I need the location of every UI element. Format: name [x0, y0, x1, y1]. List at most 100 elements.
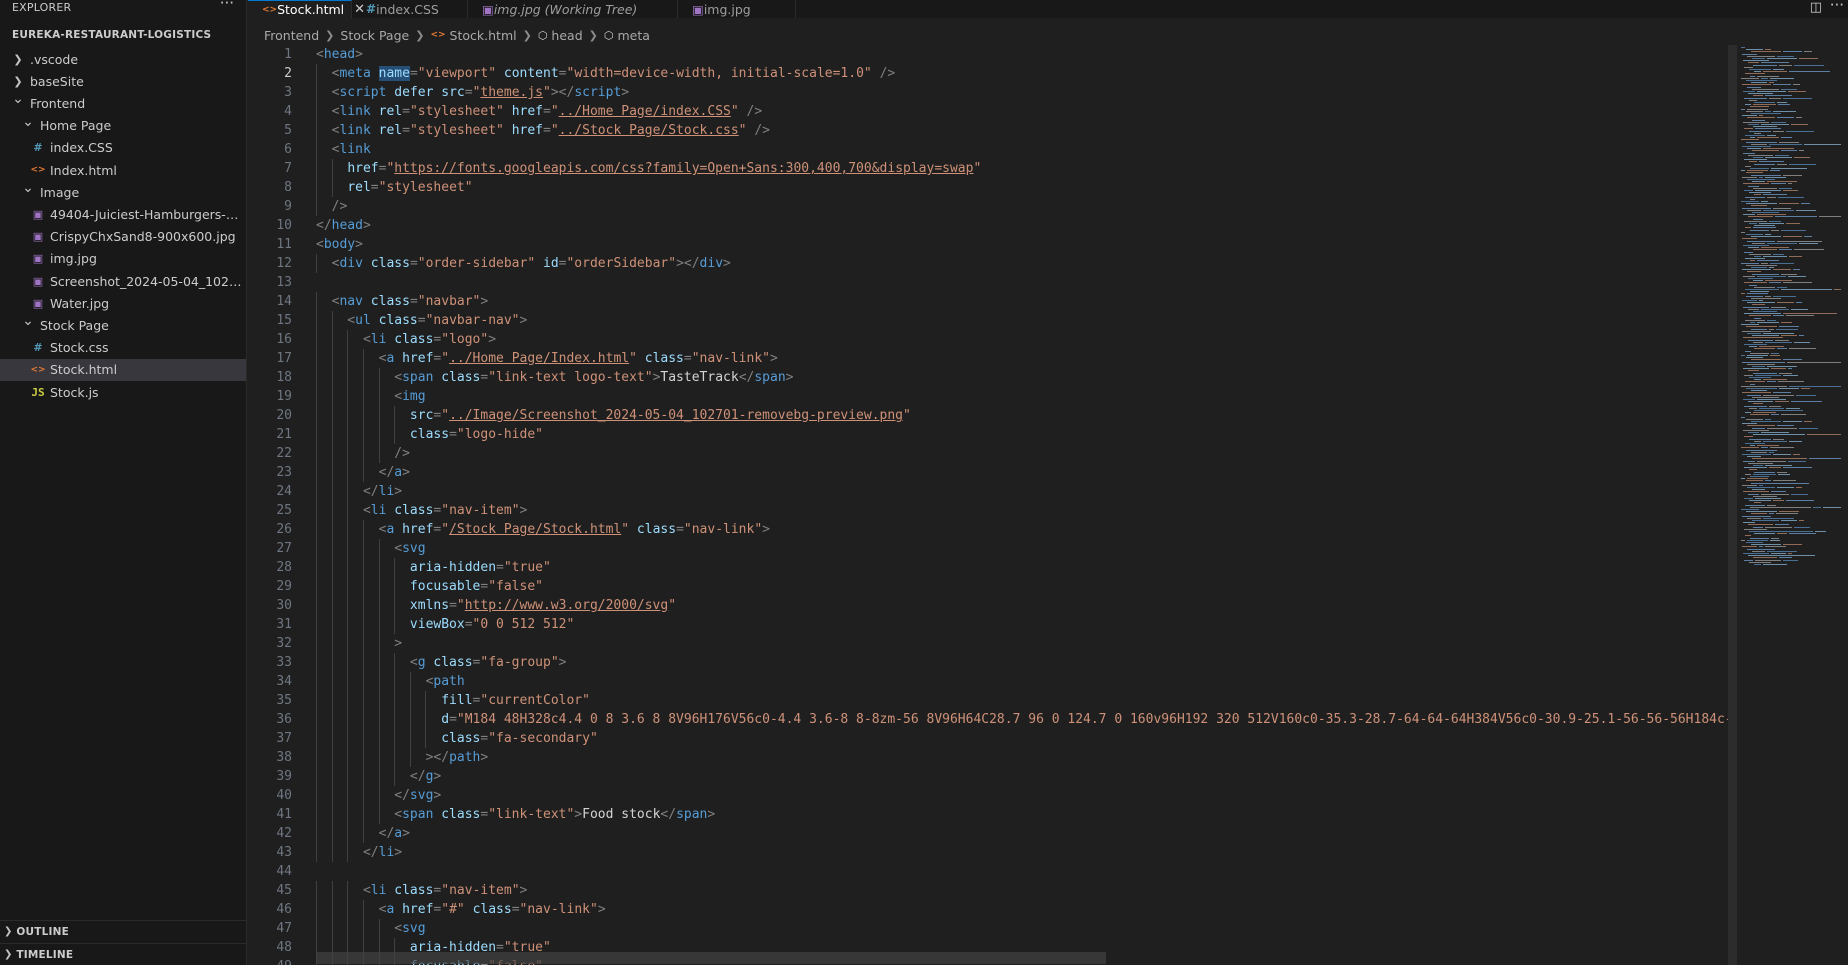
minimap-line	[1777, 302, 1794, 304]
code-string: "	[973, 161, 982, 176]
indent-guide	[316, 805, 317, 824]
file-item[interactable]: <> Stock.html	[0, 358, 246, 381]
minimap-line	[1745, 258, 1765, 260]
indent-guide	[362, 653, 364, 672]
code-content: <li class="logo">	[316, 332, 496, 347]
folder-item[interactable]: ⌄ Stock Page	[0, 314, 246, 336]
minimap-line	[1744, 190, 1753, 191]
code-string: "nav-link"	[519, 902, 598, 917]
code-attr: class	[433, 655, 473, 670]
code-editor[interactable]: 1 <head> 2 <meta name="viewport" content="…	[248, 45, 1728, 965]
file-item[interactable]: JS Stock.js	[0, 381, 246, 403]
more-actions-icon[interactable]: ···	[220, 0, 234, 12]
indent-guide	[331, 577, 333, 596]
indent-guide	[362, 444, 364, 463]
indent-guide	[362, 691, 364, 710]
breadcrumb-item[interactable]: Stock.html	[450, 28, 517, 43]
minimap-line	[1750, 414, 1769, 416]
tree-item-label: img.jpg	[50, 251, 97, 267]
breadcrumb-item[interactable]: head	[551, 28, 582, 43]
line-number: 47	[276, 921, 292, 936]
minimap-line	[1744, 220, 1767, 222]
minimap-line	[1747, 117, 1775, 119]
minimap-line	[1753, 526, 1763, 528]
minimap-line	[1755, 498, 1781, 499]
file-item[interactable]: ▣ img.jpg	[0, 248, 246, 270]
line-number: 9	[284, 199, 292, 214]
code-punct: =	[543, 123, 551, 138]
breadcrumb-item[interactable]: Stock Page	[340, 28, 409, 43]
tab-index-css[interactable]: # index.CSS	[352, 0, 468, 18]
split-editor-icon[interactable]: ◫	[1810, 0, 1822, 15]
folder-item[interactable]: ❯ .vscode	[0, 48, 246, 70]
file-item[interactable]: ▣ 49404-Juiciest-Hamburgers-Ever-...	[0, 203, 246, 225]
code-punct: >	[770, 351, 778, 366]
minimap-line	[1759, 176, 1763, 178]
file-item[interactable]: # index.CSS	[0, 137, 246, 159]
project-root[interactable]: EUREKA-RESTAURANT-LOGISTICS	[0, 26, 246, 44]
tab-img-jpg[interactable]: ▣ img.jpg	[678, 0, 796, 18]
minimap-line	[1761, 201, 1768, 202]
chevron-down-icon: ⌄	[12, 92, 24, 108]
tab-img-jpg-working-tree-[interactable]: ▣ img.jpg (Working Tree)	[468, 0, 678, 18]
indent-guide	[331, 786, 333, 805]
indent-guide	[347, 615, 349, 634]
minimap-line	[1748, 93, 1773, 95]
folder-item[interactable]: ⌄ Frontend	[0, 92, 246, 114]
file-item[interactable]: ▣ Water.jpg	[0, 292, 246, 314]
minimap-line	[1794, 249, 1824, 251]
indent-guide	[331, 729, 333, 748]
more-actions-icon[interactable]: ···	[1830, 0, 1844, 14]
minimap-line	[1799, 427, 1818, 429]
minimap-line	[1753, 126, 1777, 128]
chevron-right-icon: ❯	[4, 926, 13, 937]
code-attr: class	[441, 731, 481, 746]
minimap-slider[interactable]	[1729, 45, 1737, 965]
code-punct: =	[402, 104, 410, 119]
code-content: <a href="../Home Page/Index.html" class=…	[316, 351, 778, 366]
code-line: 45 <li class="nav-item">	[248, 881, 1728, 900]
minimap-line	[1775, 524, 1789, 526]
minimap-line	[1761, 447, 1768, 449]
indent-guide	[316, 330, 317, 349]
file-item[interactable]: <> Index.html	[0, 159, 246, 181]
line-number: 34	[276, 674, 292, 689]
minimap[interactable]	[1728, 45, 1848, 965]
minimap-line	[1750, 168, 1769, 169]
timeline-panel-header[interactable]: ❯ TIMELINE	[0, 943, 246, 965]
minimap-line	[1770, 262, 1794, 264]
tree-item-label: .vscode	[30, 51, 79, 67]
minimap-line	[1746, 234, 1763, 235]
outline-panel-header[interactable]: ❯ OUTLINE	[0, 920, 246, 942]
code-attr: class	[441, 370, 481, 385]
breadcrumb-item[interactable]: Frontend	[264, 28, 319, 43]
code-tag: nav	[339, 294, 363, 309]
tab-stock-html[interactable]: <> Stock.html ✕	[248, 0, 365, 18]
horizontal-scrollbar[interactable]	[316, 952, 1106, 964]
indent-guide	[331, 520, 333, 539]
minimap-line	[1771, 121, 1786, 123]
folder-item[interactable]: ⌄ Home Page	[0, 115, 246, 137]
folder-item[interactable]: ❯ baseSite	[0, 70, 246, 92]
minimap-line	[1752, 181, 1765, 183]
code-tag: span	[676, 807, 708, 822]
minimap-line	[1779, 187, 1792, 189]
breadcrumb-item[interactable]: meta	[617, 28, 649, 43]
minimap-line	[1744, 374, 1753, 376]
code-line: 16 <li class="logo">	[248, 330, 1728, 349]
indent-guide	[316, 824, 317, 843]
code-line: 30 xmlns="http://www.w3.org/2000/svg"	[248, 596, 1728, 615]
code-punct: =	[402, 123, 410, 138]
file-item[interactable]: # Stock.css	[0, 337, 246, 359]
minimap-line	[1749, 377, 1771, 378]
code-link: ../Home Page/index.CSS	[558, 104, 731, 119]
minimap-line	[1773, 130, 1784, 132]
minimap-line	[1754, 256, 1761, 257]
file-item[interactable]: ▣ Screenshot_2024-05-04_102701-r...	[0, 270, 246, 292]
folder-item[interactable]: ⌄ Image	[0, 181, 246, 203]
file-item[interactable]: ▣ CrispyChxSand8-900x600.jpg	[0, 226, 246, 248]
line-number: 13	[276, 275, 292, 290]
minimap-line	[1761, 247, 1789, 249]
minimap-line	[1783, 282, 1812, 284]
